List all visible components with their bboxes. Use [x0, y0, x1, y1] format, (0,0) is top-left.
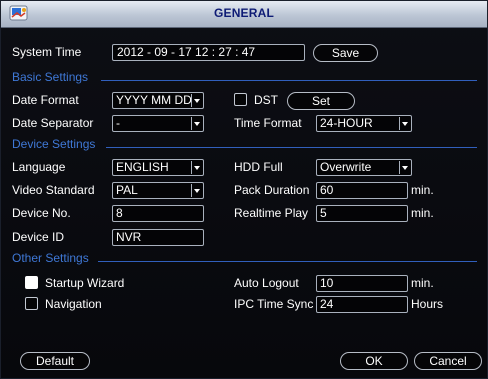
- pack-duration-field[interactable]: 60: [316, 182, 408, 199]
- device-no-label: Device No.: [12, 206, 71, 220]
- device-no-field[interactable]: 8: [112, 205, 204, 222]
- ok-button[interactable]: OK: [340, 352, 408, 370]
- hdd-full-label: HDD Full: [234, 160, 283, 174]
- language-label: Language: [12, 160, 66, 174]
- chevron-down-icon: [191, 94, 202, 107]
- startup-wizard-label: Startup Wizard: [45, 276, 125, 290]
- time-format-dropdown[interactable]: 24-HOUR: [316, 115, 412, 132]
- language-dropdown[interactable]: ENGLISH: [112, 159, 204, 176]
- date-separator-value: -: [116, 116, 120, 130]
- date-separator-label: Date Separator: [12, 116, 94, 130]
- dst-checkbox[interactable]: [234, 93, 247, 106]
- ipc-time-sync-label: IPC Time Sync: [234, 297, 314, 311]
- chevron-down-icon: [191, 161, 202, 174]
- language-value: ENGLISH: [116, 160, 169, 174]
- chevron-down-icon: [191, 184, 202, 197]
- chevron-down-icon: [191, 117, 202, 130]
- other-settings-header: Other Settings: [12, 251, 89, 265]
- realtime-play-label: Realtime Play: [234, 206, 309, 220]
- startup-wizard-checkbox[interactable]: [25, 276, 38, 289]
- auto-logout-label: Auto Logout: [234, 276, 299, 290]
- hdd-full-value: Overwrite: [320, 160, 372, 174]
- default-button[interactable]: Default: [20, 352, 90, 370]
- pack-duration-unit: min.: [411, 183, 434, 197]
- video-standard-label: Video Standard: [12, 183, 95, 197]
- date-separator-dropdown[interactable]: -: [112, 115, 204, 132]
- chevron-down-icon: [399, 117, 410, 130]
- dst-label: DST: [254, 93, 278, 107]
- realtime-play-field[interactable]: 5: [316, 205, 408, 222]
- realtime-play-unit: min.: [411, 206, 434, 220]
- pack-duration-label: Pack Duration: [234, 183, 310, 197]
- device-settings-header: Device Settings: [12, 137, 96, 151]
- device-id-label: Device ID: [12, 230, 65, 244]
- time-format-label: Time Format: [234, 116, 302, 130]
- auto-logout-unit: min.: [411, 276, 434, 290]
- system-time-label: System Time: [12, 45, 82, 59]
- general-settings-dialog: GENERAL System Time 2012 - 09 - 17 12 : …: [0, 0, 488, 379]
- date-format-label: Date Format: [12, 93, 79, 107]
- video-standard-dropdown[interactable]: PAL: [112, 182, 204, 199]
- chevron-down-icon: [399, 161, 410, 174]
- auto-logout-field[interactable]: 10: [316, 275, 408, 292]
- window-title: GENERAL: [213, 6, 275, 20]
- time-format-value: 24-HOUR: [320, 116, 373, 130]
- video-standard-value: PAL: [116, 183, 138, 197]
- save-button[interactable]: Save: [313, 44, 378, 62]
- device-settings-divider: [106, 147, 477, 148]
- cancel-button[interactable]: Cancel: [414, 352, 482, 370]
- basic-settings-divider: [101, 80, 477, 81]
- system-time-field[interactable]: 2012 - 09 - 17 12 : 27 : 47: [112, 44, 305, 61]
- navigation-label: Navigation: [45, 297, 102, 311]
- date-format-value: YYYY MM DD: [116, 93, 192, 107]
- ipc-time-sync-field[interactable]: 24: [316, 296, 408, 313]
- device-id-field[interactable]: NVR: [112, 229, 204, 246]
- basic-settings-header: Basic Settings: [12, 70, 89, 84]
- date-format-dropdown[interactable]: YYYY MM DD: [112, 92, 204, 109]
- other-settings-divider: [98, 261, 477, 262]
- navigation-checkbox[interactable]: [25, 297, 38, 310]
- title-bar: GENERAL: [1, 1, 487, 28]
- ipc-time-sync-unit: Hours: [411, 297, 444, 311]
- hdd-full-dropdown[interactable]: Overwrite: [316, 159, 412, 176]
- dst-set-button[interactable]: Set: [287, 92, 355, 110]
